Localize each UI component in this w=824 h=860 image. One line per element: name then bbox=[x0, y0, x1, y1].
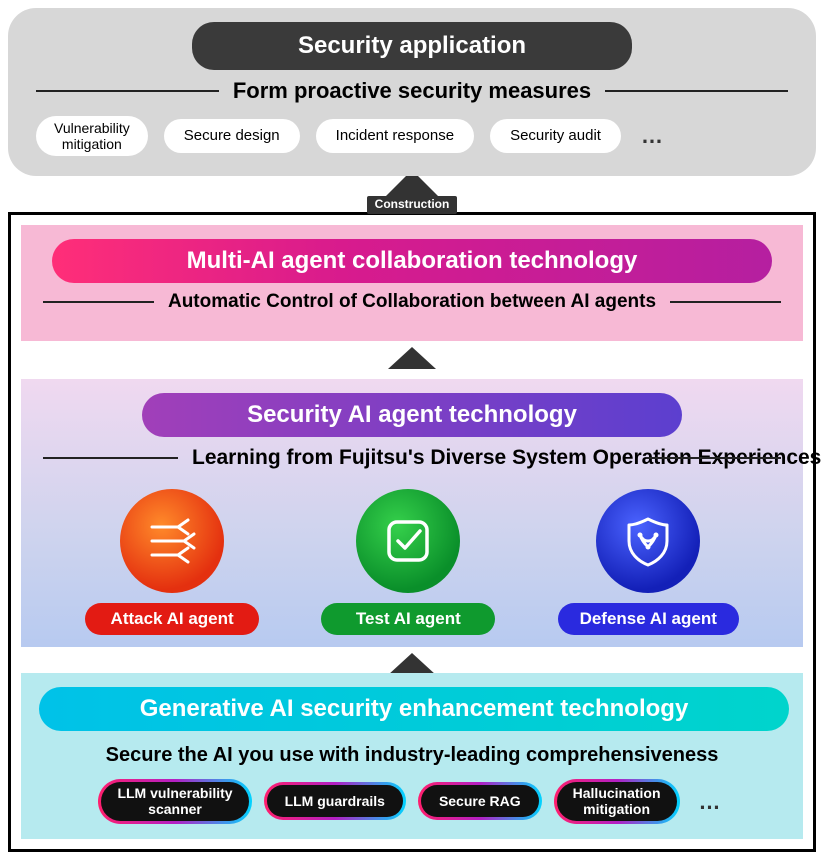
pill-llm-guardrails: LLM guardrails bbox=[267, 785, 403, 817]
multi-agent-layer: Multi-AI agent collaboration technology … bbox=[21, 225, 803, 341]
construction-label: Construction bbox=[367, 196, 458, 214]
generative-ai-title: Generative AI security enhancement techn… bbox=[39, 687, 789, 731]
multi-agent-title: Multi-AI agent collaboration technology bbox=[52, 239, 772, 283]
attack-agent-label: Attack AI agent bbox=[85, 603, 259, 635]
pill-llm-vuln-scanner: LLM vulnerability scanner bbox=[101, 782, 248, 821]
attack-icon bbox=[120, 489, 224, 593]
pill-secure-rag: Secure RAG bbox=[421, 785, 539, 817]
main-frame: Multi-AI agent collaboration technology … bbox=[8, 212, 816, 852]
rule-left bbox=[43, 457, 178, 459]
proactive-measures-row: Form proactive security measures bbox=[26, 78, 798, 116]
rule-right bbox=[646, 457, 781, 459]
application-pill-row: Vulnerability mitigation Secure design I… bbox=[26, 116, 798, 156]
pill-hallucination-mitigation: Hallucination mitigation bbox=[557, 782, 677, 821]
defense-icon bbox=[596, 489, 700, 593]
generative-ai-layer: Generative AI security enhancement techn… bbox=[21, 673, 803, 839]
rule-left bbox=[36, 90, 219, 92]
more-icon: … bbox=[641, 123, 665, 149]
attack-agent: Attack AI agent bbox=[85, 489, 259, 635]
security-application-title: Security application bbox=[192, 22, 632, 70]
security-agent-title: Security AI agent technology bbox=[142, 393, 682, 437]
rule-right bbox=[605, 90, 788, 92]
rule-left bbox=[43, 301, 154, 303]
multi-agent-subtitle: Automatic Control of Collaboration betwe… bbox=[168, 291, 656, 313]
defense-agent: Defense AI agent bbox=[558, 489, 739, 635]
pill-incident-response: Incident response bbox=[316, 119, 474, 152]
arrow-up-icon bbox=[388, 653, 436, 675]
security-agent-layer: Security AI agent technology Learning fr… bbox=[21, 379, 803, 647]
test-agent: Test AI agent bbox=[321, 489, 495, 635]
test-icon bbox=[356, 489, 460, 593]
pill-secure-design: Secure design bbox=[164, 119, 300, 152]
security-agent-subtitle-row: Learning from Fujitsu's Diverse System O… bbox=[39, 445, 785, 485]
generative-ai-subtitle: Secure the AI you use with industry-lead… bbox=[39, 739, 785, 782]
gen-pill-row: LLM vulnerability scanner LLM guardrails… bbox=[39, 782, 785, 821]
pill-vulnerability-mitigation: Vulnerability mitigation bbox=[36, 116, 148, 156]
proactive-measures-text: Form proactive security measures bbox=[233, 78, 591, 104]
test-agent-label: Test AI agent bbox=[321, 603, 495, 635]
defense-agent-label: Defense AI agent bbox=[558, 603, 739, 635]
security-agent-subtitle: Learning from Fujitsu's Diverse System O… bbox=[192, 445, 632, 471]
more-icon: … bbox=[699, 789, 723, 815]
rule-right bbox=[670, 301, 781, 303]
pill-security-audit: Security audit bbox=[490, 119, 621, 152]
security-application-block: Security application Form proactive secu… bbox=[8, 8, 816, 176]
agent-row: Attack AI agent Test AI agent bbox=[39, 485, 785, 635]
construction-arrow: Construction bbox=[8, 170, 816, 214]
multi-agent-subtitle-row: Automatic Control of Collaboration betwe… bbox=[39, 291, 785, 323]
arrow-up-icon bbox=[388, 347, 436, 369]
